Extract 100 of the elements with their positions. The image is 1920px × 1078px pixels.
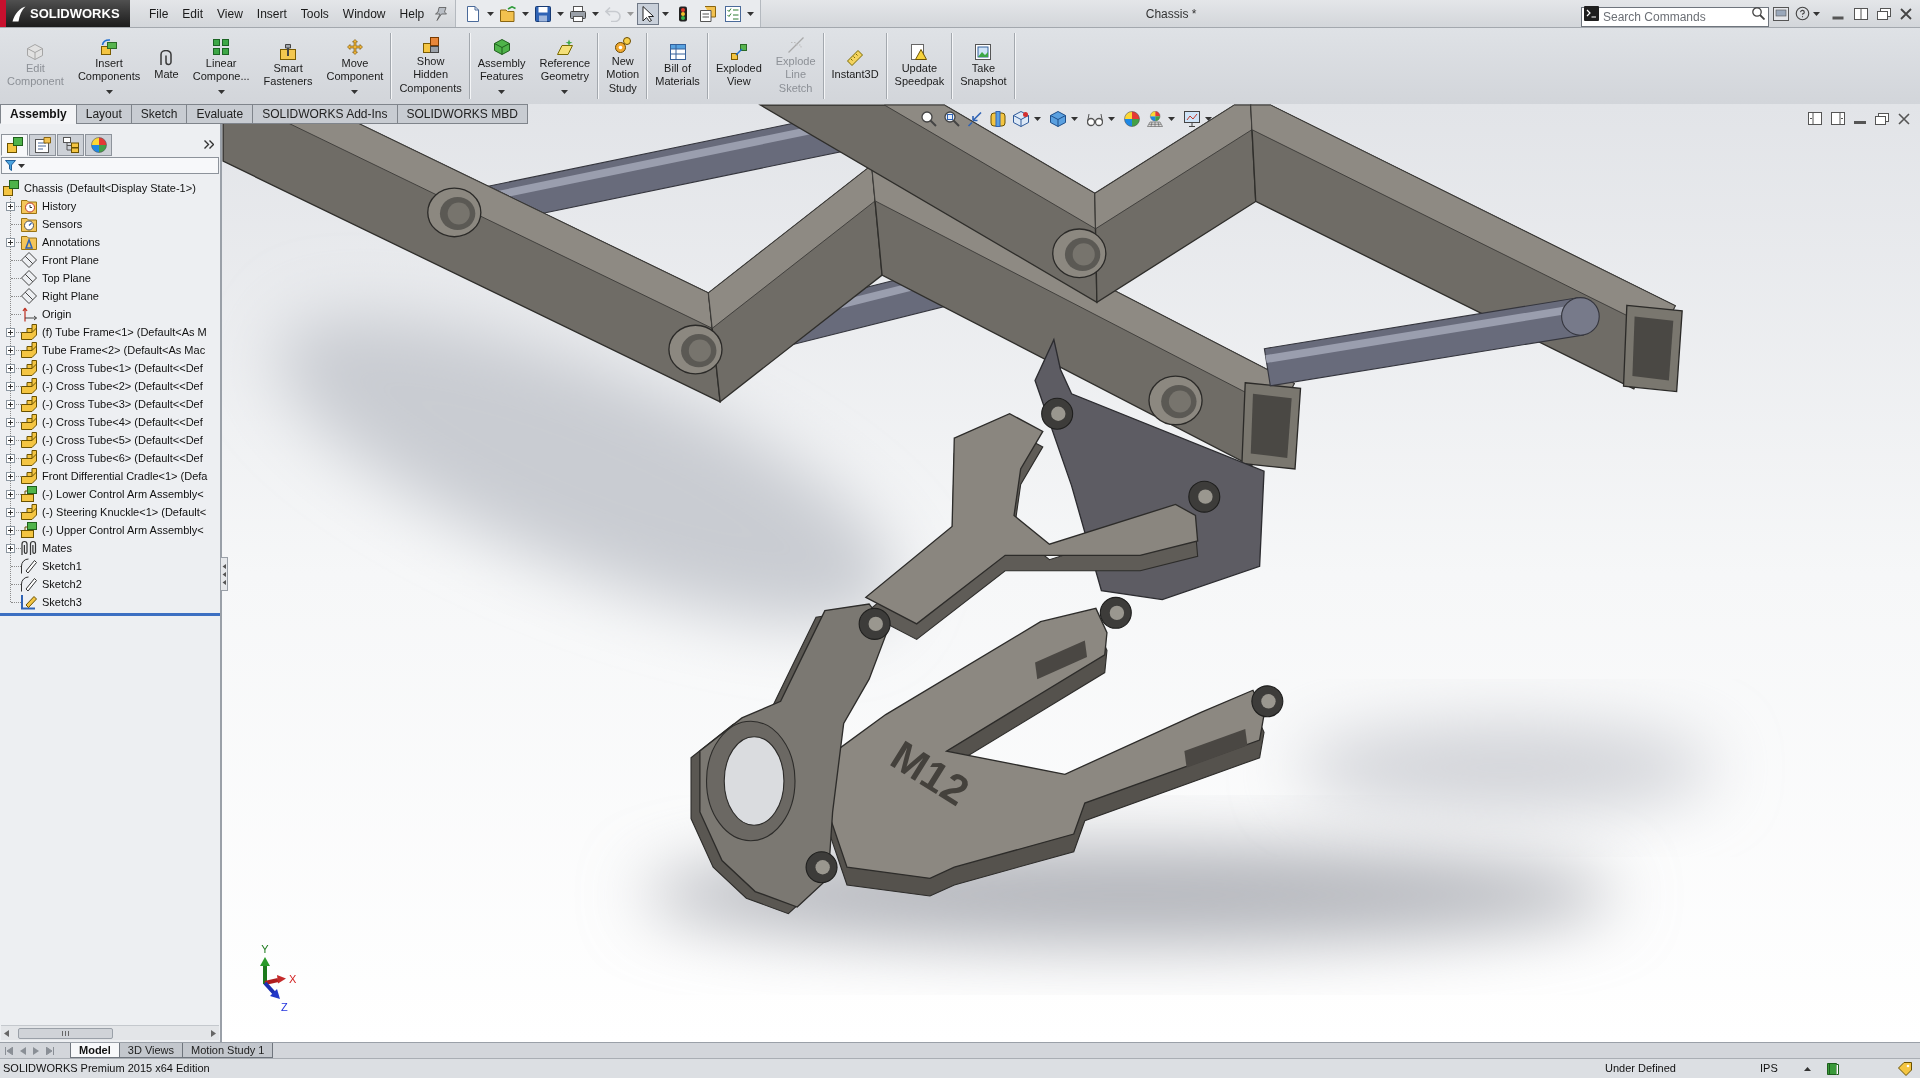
caret-icon[interactable] xyxy=(1168,117,1175,121)
command-button[interactable]: Take Snapshot xyxy=(953,28,1014,104)
book-icon[interactable] xyxy=(1827,1062,1839,1075)
command-button[interactable]: Insert Components xyxy=(70,28,148,104)
bottom-tab[interactable]: Model xyxy=(70,1043,120,1058)
expand-icon[interactable] xyxy=(6,507,15,517)
help-icon[interactable] xyxy=(1795,6,1810,21)
triangle-left-icon[interactable] xyxy=(4,1029,9,1037)
tree-item[interactable]: Tube Frame<2> (Default<As Mac xyxy=(42,341,206,359)
panel-tab[interactable] xyxy=(85,134,112,156)
cube-icon[interactable] xyxy=(1013,111,1029,127)
expand-icon[interactable] xyxy=(6,363,15,373)
menu-item[interactable]: View xyxy=(210,0,250,27)
command-tab[interactable]: Assembly xyxy=(0,104,77,124)
cylinder-icon[interactable] xyxy=(990,111,1006,127)
tree-item[interactable]: (-) Cross Tube<6> (Default<<Def xyxy=(42,449,203,467)
command-tab[interactable]: Evaluate xyxy=(186,104,254,124)
caret-icon[interactable] xyxy=(1071,117,1078,121)
tag-icon[interactable] xyxy=(1898,1061,1912,1076)
tile-windows-icon[interactable] xyxy=(1854,7,1868,20)
search-field[interactable]: Search Commands xyxy=(1581,6,1769,27)
menu-item[interactable]: Help xyxy=(392,0,432,27)
command-button[interactable]: Mate xyxy=(147,28,186,104)
caret-icon[interactable] xyxy=(747,11,755,16)
color-ball-icon[interactable] xyxy=(1124,111,1140,127)
units-text[interactable]: IPS xyxy=(1760,1062,1778,1075)
menu-item[interactable]: Window xyxy=(335,0,393,27)
command-tab[interactable]: SOLIDWORKS Add-Ins xyxy=(252,104,398,124)
command-button[interactable]: Exploded View xyxy=(708,28,769,104)
command-button[interactable]: Smart Fasteners xyxy=(256,28,320,104)
cube-icon[interactable] xyxy=(1050,111,1066,127)
expand-icon[interactable] xyxy=(6,435,15,445)
menu-item[interactable]: File xyxy=(142,0,176,27)
tree-item[interactable]: (-) Cross Tube<1> (Default<<Def xyxy=(42,359,203,377)
restore-icon[interactable] xyxy=(1877,7,1891,20)
tree-item[interactable]: Sensors xyxy=(42,215,83,233)
bottom-tab[interactable]: 3D Views xyxy=(118,1043,184,1058)
caret-icon[interactable] xyxy=(1813,11,1820,16)
tree-item[interactable]: (-) Cross Tube<4> (Default<<Def xyxy=(42,413,203,431)
caret-icon[interactable] xyxy=(18,163,25,168)
caret-up-icon[interactable] xyxy=(1804,1066,1811,1071)
caret-icon[interactable] xyxy=(522,11,530,16)
zoom-icon[interactable] xyxy=(944,111,960,127)
expand-icon[interactable] xyxy=(6,453,15,463)
tree-item[interactable]: History xyxy=(42,197,77,215)
tree-item[interactable]: Front Differential Cradle<1> (Defa xyxy=(42,467,208,485)
caret-icon[interactable] xyxy=(1034,117,1041,121)
caret-icon[interactable] xyxy=(351,89,359,94)
expand-icon[interactable] xyxy=(6,381,15,391)
close-icon[interactable] xyxy=(1900,7,1912,20)
tree-item[interactable]: Top Plane xyxy=(42,269,91,287)
scene-ball-icon[interactable] xyxy=(1147,111,1163,127)
search-icon[interactable] xyxy=(1752,7,1765,20)
monitor-icon[interactable] xyxy=(1184,111,1200,127)
collapse-handle[interactable] xyxy=(220,557,228,591)
caret-icon[interactable] xyxy=(1108,117,1115,121)
arrow-icon[interactable] xyxy=(967,111,983,127)
command-button[interactable]: Update Speedpak xyxy=(887,28,952,104)
zoom-icon[interactable] xyxy=(921,111,937,127)
menu-item[interactable]: Edit xyxy=(175,0,211,27)
horizontal-scrollbar[interactable] xyxy=(1,1025,219,1040)
tree-item[interactable]: Annotations xyxy=(42,233,101,251)
expand-icon[interactable] xyxy=(6,345,15,355)
pin-icon[interactable] xyxy=(435,6,448,21)
command-button[interactable]: Linear Compone... xyxy=(185,28,257,104)
expand-icon[interactable] xyxy=(6,399,15,409)
bottom-tab[interactable]: Motion Study 1 xyxy=(182,1043,274,1058)
tree-item[interactable]: Sketch3 xyxy=(42,593,82,611)
command-button[interactable]: New Motion Study xyxy=(599,28,647,104)
expand-icon[interactable] xyxy=(6,201,15,211)
tree-item[interactable]: (-) Cross Tube<3> (Default<<Def xyxy=(42,395,203,413)
caret-icon[interactable] xyxy=(662,11,670,16)
caret-icon[interactable] xyxy=(487,11,495,16)
command-button[interactable]: Instant3D xyxy=(824,28,886,104)
caret-icon[interactable] xyxy=(561,89,569,94)
menu-item[interactable]: Insert xyxy=(249,0,294,27)
panel-tab[interactable] xyxy=(29,134,56,156)
tree-item[interactable]: Chassis (Default<Display State-1>) xyxy=(24,179,196,197)
close-icon[interactable] xyxy=(1898,112,1910,125)
command-button[interactable]: Move Component xyxy=(319,28,391,104)
tree-item[interactable]: Origin xyxy=(42,305,72,323)
tree-item[interactable]: Front Plane xyxy=(42,251,99,269)
tree-item[interactable]: Right Plane xyxy=(42,287,99,305)
command-button[interactable]: Bill of Materials xyxy=(648,28,707,104)
tree-item[interactable]: (-) Lower Control Arm Assembly< xyxy=(42,485,204,503)
split-view-icon[interactable] xyxy=(1808,112,1822,125)
command-button[interactable]: Reference Geometry xyxy=(532,28,598,104)
triangle-right-icon[interactable] xyxy=(211,1029,216,1037)
scrollbar-thumb[interactable] xyxy=(18,1027,113,1039)
expand-icon[interactable] xyxy=(6,327,15,337)
menu-item[interactable]: Tools xyxy=(293,0,336,27)
tree-item[interactable]: Sketch2 xyxy=(42,575,82,593)
command-button[interactable]: Assembly Features xyxy=(470,28,533,104)
expand-icon[interactable] xyxy=(6,237,15,247)
panel-tab[interactable] xyxy=(1,134,28,156)
glasses-icon[interactable] xyxy=(1087,111,1103,127)
tree-item[interactable]: (-) Cross Tube<2> (Default<<Def xyxy=(42,377,203,395)
command-tab[interactable]: Layout xyxy=(75,104,132,124)
command-tab[interactable]: Sketch xyxy=(130,104,188,124)
tree-item[interactable]: (-) Steering Knuckle<1> (Default< xyxy=(42,503,207,521)
